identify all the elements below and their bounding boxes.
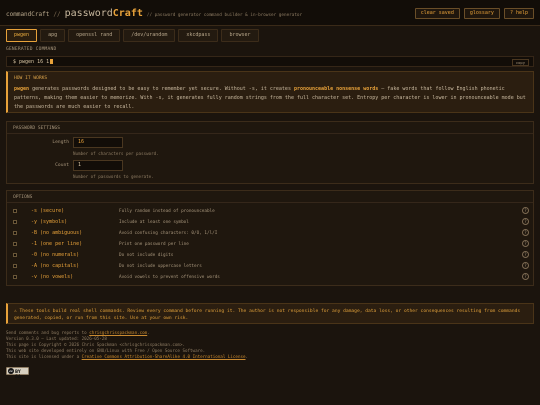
option-checkbox[interactable] [13, 275, 17, 279]
cc-license-badge[interactable]: cc BY SA [6, 367, 29, 379]
option-flag[interactable]: -s (secure) [31, 208, 64, 214]
option-description: Do not include uppercase letters [119, 263, 202, 269]
app-name[interactable]: commandCraft [6, 11, 49, 19]
help-icon[interactable]: ? [522, 218, 529, 225]
tab-openssl-rand[interactable]: openssl rand [68, 29, 121, 42]
tab-dev-urandom[interactable]: /dev/urandom [123, 29, 176, 42]
tool-description: // password generator command builder & … [146, 13, 303, 18]
clear-saved-button[interactable]: clear saved [414, 8, 460, 19]
tool-title-prefix: password [64, 8, 113, 19]
help-icon[interactable]: ? [522, 207, 529, 214]
option-checkbox[interactable] [13, 231, 17, 235]
help-button[interactable]: ? help [503, 8, 534, 19]
option-description: Avoid vowels to prevent offensive words [119, 274, 220, 280]
email-link[interactable]: chrisgchrisspackman.com [89, 330, 147, 335]
panel-divider [7, 202, 533, 203]
option-flag[interactable]: -1 (one per line) [31, 241, 82, 247]
tab-xkcdpass[interactable]: xkcdpass [178, 29, 219, 42]
pwgen-term: pwgen [14, 86, 30, 92]
option-description: Print one password per line [119, 241, 189, 247]
how-it-works-callout: HOW IT WORKS pwgen generates passwords d… [6, 71, 534, 113]
option-checkbox[interactable] [13, 220, 17, 224]
pronounceable-term: pronounceable nonsense words [293, 86, 379, 92]
cc-badge-text: BY SA [15, 368, 21, 379]
option-row[interactable]: -s (secure) Fully random instead of pron… [13, 207, 529, 216]
count-input[interactable]: 1 [73, 160, 123, 171]
warning-text: ⚠ These tools build real shell commands.… [14, 308, 521, 322]
command-text[interactable]: $ pwgen 16 1 [13, 59, 54, 65]
how-it-works-text: pwgen generates passwords designed to be… [14, 85, 529, 112]
options-title: OPTIONS [13, 195, 33, 200]
footer-license-end: . [245, 354, 249, 359]
generated-command-box: $ pwgen 16 1 copy [6, 56, 534, 67]
tool-title: passwordCraft [65, 8, 143, 21]
length-label: Length [52, 140, 69, 145]
panel-divider [7, 133, 533, 134]
license-link[interactable]: Creative Commons Attribution-ShareAlike … [82, 354, 246, 359]
help-icon[interactable]: ? [522, 229, 529, 236]
copy-button[interactable]: copy [511, 58, 529, 66]
count-hint: Number of passwords to generate. [73, 174, 154, 179]
help-icon[interactable]: ? [522, 251, 529, 258]
option-flag[interactable]: -B (no ambiguous) [31, 230, 82, 236]
count-label: Count [55, 163, 69, 168]
brand: commandCraft // passwordCraft // passwor… [6, 8, 302, 21]
brand-separator: // [53, 11, 61, 18]
tool-tabs: pwgen apg openssl rand /dev/urandom xkcd… [6, 29, 259, 42]
option-checkbox[interactable] [13, 209, 17, 213]
generated-command-label: GENERATED COMMAND [6, 47, 57, 52]
option-flag[interactable]: -v (no vowels) [31, 274, 73, 280]
password-settings-panel: PASSWORD SETTINGS Length 16 Number of ch… [6, 121, 534, 184]
password-settings-title: PASSWORD SETTINGS [13, 126, 61, 131]
help-icon[interactable]: ? [522, 240, 529, 247]
length-input[interactable]: 16 [73, 137, 123, 148]
option-row[interactable]: -v (no vowels) Avoid vowels to prevent o… [13, 273, 529, 282]
warning-callout: ⚠ These tools build real shell commands.… [6, 303, 534, 324]
option-description: Include at least one symbol [119, 219, 189, 225]
option-checkbox[interactable] [13, 242, 17, 246]
how-it-works-title: HOW IT WORKS [14, 76, 48, 81]
length-hint: Number of characters per password. [73, 151, 159, 156]
option-description: Fully random instead of pronounceable [119, 208, 215, 214]
footer: Send comments and bug reports to chrisgc… [6, 330, 248, 360]
option-row[interactable]: -y (symbols) Include at least one symbol… [13, 218, 529, 227]
tab-pwgen[interactable]: pwgen [6, 29, 38, 42]
cursor-icon [50, 59, 54, 64]
option-description: Do not include digits [119, 252, 174, 258]
glossary-button[interactable]: glossary [463, 8, 500, 19]
cc-logo-icon: cc [8, 368, 14, 374]
tab-browser[interactable]: browser [221, 29, 259, 42]
option-row[interactable]: -A (no capitals) Do not include uppercas… [13, 262, 529, 271]
tool-title-suffix: Craft [112, 8, 143, 19]
option-flag[interactable]: -y (symbols) [31, 219, 67, 225]
tab-apg[interactable]: apg [40, 29, 66, 42]
option-flag[interactable]: -A (no capitals) [31, 263, 79, 269]
help-icon[interactable]: ? [522, 262, 529, 269]
option-description: Avoid confusing characters: 0/O, 1/l/I [119, 230, 218, 236]
header-actions: clear saved glossary ? help [414, 8, 534, 19]
command-string: $ pwgen 16 1 [13, 59, 50, 65]
footer-license: This site is licensed under a Creative C… [6, 354, 248, 360]
option-row[interactable]: -B (no ambiguous) Avoid confusing charac… [13, 229, 529, 238]
option-checkbox[interactable] [13, 253, 17, 257]
options-panel: OPTIONS -s (secure) Fully random instead… [6, 190, 534, 286]
option-row[interactable]: -0 (no numerals) Do not include digits ? [13, 251, 529, 260]
option-flag[interactable]: -0 (no numerals) [31, 252, 79, 258]
help-icon[interactable]: ? [522, 273, 529, 280]
footer-license-text: This site is licensed under a [6, 354, 82, 359]
how-text-a: generates passwords designed to be easy … [29, 86, 294, 92]
footer-contact-end: . [147, 330, 150, 335]
option-row[interactable]: -1 (one per line) Print one password per… [13, 240, 529, 249]
footer-contact-text: Send comments and bug reports to [6, 330, 90, 335]
option-checkbox[interactable] [13, 264, 17, 268]
